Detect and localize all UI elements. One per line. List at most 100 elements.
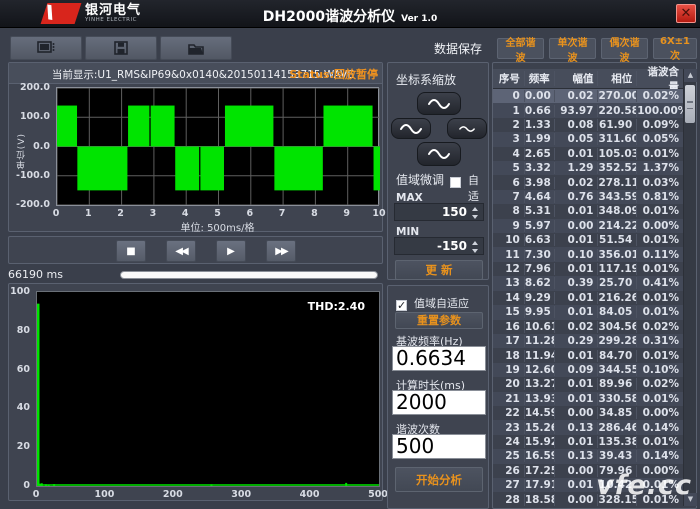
table-cell: 7.96	[525, 263, 555, 275]
min-value-spinner[interactable]: -150	[394, 237, 484, 255]
table-row[interactable]: 74.640.76343.590.81%	[493, 190, 683, 204]
zoom-left-button[interactable]	[391, 118, 431, 139]
table-row[interactable]: 53.321.29352.521.37%	[493, 161, 683, 175]
fundamental-freq-input[interactable]: 0.6634	[392, 346, 486, 371]
y-tick-label: 100	[10, 286, 30, 297]
table-row[interactable]: 138.620.3925.700.41%	[493, 276, 683, 290]
save-odd-harmonics-button[interactable]: 单次谐波	[549, 38, 596, 59]
table-cell: 39.43	[598, 450, 637, 462]
table-cell: 6	[493, 177, 525, 189]
open-file-button[interactable]	[160, 36, 232, 60]
table-cell: 0.02	[555, 177, 599, 189]
harmonic-count-input[interactable]: 500	[392, 434, 486, 459]
update-button[interactable]: 更 新	[395, 260, 483, 280]
table-row[interactable]: 85.310.01348.090.01%	[493, 204, 683, 218]
zoom-down-button[interactable]	[417, 142, 461, 166]
play-button[interactable]: ▶	[216, 240, 246, 262]
table-row[interactable]: 106.630.0151.540.01%	[493, 233, 683, 247]
col-header-amplitude[interactable]: 幅值	[555, 71, 599, 86]
table-row[interactable]: 2717.910.0110.420.01%	[493, 478, 683, 492]
coordinate-zoom-panel: 坐标系缩放 值域微调 自适应 MAX 150 MIN -150 更 新	[387, 62, 489, 280]
col-header-serial[interactable]: 序号	[493, 71, 525, 86]
table-row[interactable]: 127.960.01117.190.01%	[493, 262, 683, 276]
save-file-button[interactable]	[85, 36, 157, 60]
range-fine-tune-title: 值域微调	[396, 171, 444, 188]
table-row[interactable]: 159.950.0184.050.01%	[493, 305, 683, 319]
fast-forward-button[interactable]: ▶▶	[266, 240, 296, 262]
display-mode-button[interactable]	[10, 36, 82, 60]
x-tick-label: 6	[246, 208, 253, 219]
table-row[interactable]: 10.6693.97220.58100.00%	[493, 103, 683, 117]
table-cell: 13	[493, 277, 525, 289]
spectrum-plot[interactable]: THD:2.40	[36, 291, 380, 487]
table-row[interactable]: 2013.270.0189.960.02%	[493, 377, 683, 391]
scroll-up-icon[interactable]: ▲	[684, 69, 697, 82]
x-tick-label: 400	[300, 489, 320, 500]
table-row[interactable]: 2617.250.0079.960.00%	[493, 464, 683, 478]
zoom-up-button[interactable]	[417, 92, 461, 115]
save-6x1-harmonics-button[interactable]: 6X±1次	[653, 38, 697, 59]
table-cell: 25.70	[598, 277, 637, 289]
max-value-spinner[interactable]: 150	[394, 203, 484, 221]
rewind-button[interactable]: ◀◀	[166, 240, 196, 262]
table-row[interactable]: 95.970.00214.220.00%	[493, 219, 683, 233]
scrollbar-thumb[interactable]	[685, 85, 695, 123]
table-row[interactable]: 31.990.05311.600.05%	[493, 132, 683, 146]
auto-range-checkbox[interactable]	[450, 171, 461, 190]
table-cell: 21	[493, 393, 525, 405]
calc-duration-input[interactable]: 2000	[392, 390, 486, 415]
table-cell: 0.01	[555, 205, 599, 217]
col-header-frequency[interactable]: 频率	[525, 71, 555, 86]
table-row[interactable]: 1912.600.09344.550.10%	[493, 363, 683, 377]
table-row[interactable]: 2818.580.00328.150.01%	[493, 492, 683, 506]
table-row[interactable]: 2516.590.1339.430.14%	[493, 449, 683, 463]
table-row[interactable]: 63.980.02278.110.03%	[493, 175, 683, 189]
table-cell: 15.92	[525, 436, 555, 448]
spinner-arrows-icon[interactable]	[471, 241, 479, 253]
table-cell: 0.10%	[637, 364, 683, 376]
table-row[interactable]: 00.000.02270.000.02%	[493, 89, 683, 103]
y-tick-label: -100.0	[16, 170, 50, 181]
table-row[interactable]: 117.300.10356.010.11%	[493, 247, 683, 261]
scroll-down-icon[interactable]: ▼	[684, 493, 697, 506]
table-row[interactable]: 1811.940.0184.700.01%	[493, 348, 683, 362]
start-analysis-button[interactable]: 开始分析	[395, 467, 483, 492]
table-cell: 13.93	[525, 393, 555, 405]
table-cell: 10.61	[525, 321, 555, 333]
waveform-plot[interactable]	[56, 87, 379, 206]
col-header-phase[interactable]: 相位	[598, 71, 637, 86]
table-row[interactable]: 21.330.0861.900.09%	[493, 118, 683, 132]
table-scrollbar[interactable]: ▲ ▼	[683, 69, 696, 506]
spinner-arrows-icon[interactable]	[471, 207, 479, 219]
table-cell: 0.02	[555, 321, 599, 333]
table-row[interactable]: 1711.280.29299.280.31%	[493, 334, 683, 348]
table-cell: 12.60	[525, 364, 555, 376]
table-row[interactable]: 2415.920.01135.380.01%	[493, 435, 683, 449]
table-row[interactable]: 2315.260.13286.460.14%	[493, 420, 683, 434]
seek-slider[interactable]	[120, 271, 378, 279]
zoom-right-button[interactable]	[447, 118, 487, 139]
table-row[interactable]: 2214.590.0034.850.00%	[493, 406, 683, 420]
table-row[interactable]: 2113.930.01330.580.01%	[493, 392, 683, 406]
table-row[interactable]: 1610.610.02304.560.02%	[493, 320, 683, 334]
reset-params-button[interactable]: 重置参数	[395, 312, 483, 329]
table-row[interactable]: 149.290.01216.260.01%	[493, 291, 683, 305]
close-button[interactable]: ✕	[676, 4, 696, 23]
table-cell: 13.27	[525, 378, 555, 390]
auto-range-fit-checkbox[interactable]	[396, 294, 407, 313]
table-cell: 0.01	[555, 393, 599, 405]
analysis-panel: 值域自适应 重置参数 基波频率(Hz) 0.6634 计算时长(ms) 2000…	[387, 285, 489, 509]
save-even-harmonics-button[interactable]: 偶次谐波	[601, 38, 648, 59]
y-tick-label: 40	[17, 402, 30, 413]
table-row[interactable]: 42.650.01105.030.01%	[493, 147, 683, 161]
x-tick-label: 300	[231, 489, 251, 500]
save-all-harmonics-button[interactable]: 全部谐波	[497, 38, 544, 59]
table-cell: 0.29	[555, 335, 599, 347]
table-cell: 0.05%	[637, 133, 683, 145]
table-cell: 0.41%	[637, 277, 683, 289]
table-cell: 0.76	[555, 191, 599, 203]
table-cell: 16.59	[525, 450, 555, 462]
table-cell: 356.01	[598, 249, 637, 261]
table-cell: 0	[493, 90, 525, 102]
stop-button[interactable]: ■	[116, 240, 146, 262]
